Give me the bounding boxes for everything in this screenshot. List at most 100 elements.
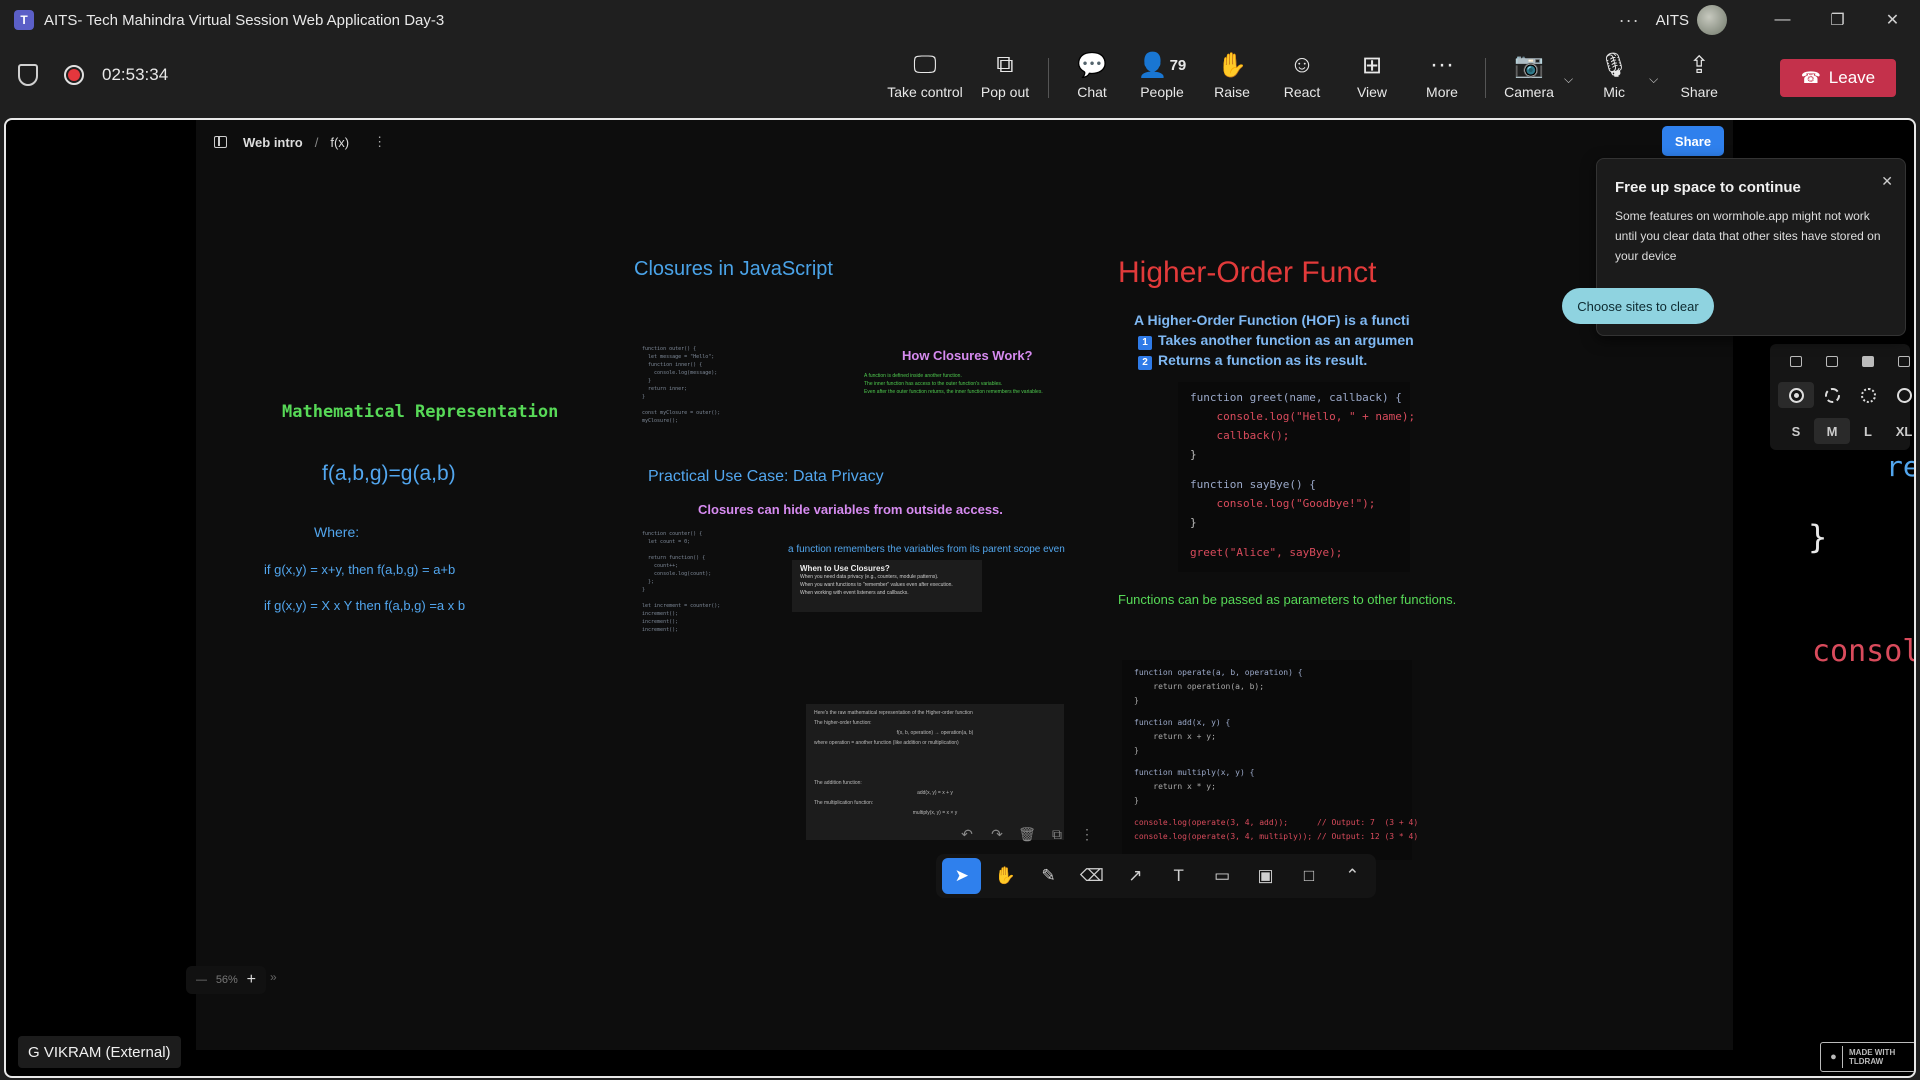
when-item: When working with event listeners and ca…	[800, 590, 909, 596]
size-options: S M L XL	[1778, 418, 1914, 444]
more-tools[interactable]: ⌃	[1333, 858, 1372, 894]
select-tool[interactable]: ➤	[942, 858, 982, 894]
leave-label: Leave	[1828, 68, 1876, 87]
size-option-xl[interactable]: XL	[1886, 418, 1914, 444]
choose-sites-button[interactable]: Choose sites to clear	[1562, 288, 1714, 324]
breadcrumb-page[interactable]: Web intro	[243, 135, 303, 150]
more-button[interactable]: ··· More	[1407, 50, 1477, 108]
circle-icon	[1860, 387, 1876, 403]
stroke-solid-option[interactable]	[1886, 382, 1914, 408]
code-line: function greet(name, callback) {	[1190, 391, 1402, 404]
fill-semi-option[interactable]	[1814, 348, 1850, 374]
sidebar-toggle-icon[interactable]	[214, 136, 227, 148]
action-toolbar: ↶ ↷ 🗑 ⧉ ⋮	[952, 826, 1102, 843]
math-mul-label: The multiplication function:	[814, 800, 874, 806]
tool-label: Take control	[887, 84, 963, 100]
closure-notes: A function is defined inside another fun…	[864, 372, 1094, 396]
react-button[interactable]: ☺ React	[1267, 50, 1337, 108]
view-button[interactable]: ⊞ View	[1337, 50, 1407, 108]
math-add-label: The addition function:	[814, 780, 862, 786]
tool-label: Mic	[1603, 84, 1625, 100]
shield-icon[interactable]	[18, 64, 38, 86]
toolbar-separator	[1048, 58, 1049, 98]
drawing-toolbar: ➤ ✋ ✎ ⌫ ↗ T ▭ ▣ □ ⌃	[936, 854, 1376, 898]
fill-none-option[interactable]	[1778, 348, 1814, 374]
made-with-line1: MADE WITH	[1849, 1048, 1896, 1057]
circle-icon	[1824, 387, 1840, 403]
square-icon	[1826, 355, 1838, 367]
breadcrumb-menu-icon[interactable]: ⋮	[373, 134, 386, 150]
math-intro: Here's the raw mathematical representati…	[814, 710, 973, 716]
operate-code-block: function operate(a, b, operation) { retu…	[1122, 660, 1419, 860]
zoom-out-button[interactable]: —	[196, 974, 207, 986]
more-actions-icon[interactable]: ⋮	[1072, 826, 1102, 843]
tool-label: People	[1140, 84, 1184, 100]
text-tool[interactable]: T	[1159, 858, 1198, 894]
size-option-m[interactable]: M	[1814, 418, 1850, 444]
offscreen-code-fragment: consol	[1812, 634, 1916, 669]
arrow-tool[interactable]: ↗	[1116, 858, 1155, 894]
chevron-down-icon[interactable]: ⌵	[1564, 72, 1573, 87]
tool-label: Camera	[1504, 84, 1554, 100]
passed-params-note: Functions can be passed as parameters to…	[1118, 592, 1457, 607]
made-with-tldraw-badge[interactable]: ● MADE WITH TLDRAW	[1820, 1042, 1914, 1072]
image-tool[interactable]: ▣	[1246, 858, 1285, 894]
tldraw-canvas[interactable]: Web intro / f(x) ⋮ Share Closures in Jav…	[196, 120, 1914, 1072]
math-heading: Mathematical Representation	[282, 402, 559, 422]
stroke-dotted-option[interactable]	[1850, 382, 1886, 408]
stroke-dashed-option[interactable]	[1814, 382, 1850, 408]
fill-pattern-option[interactable]	[1886, 348, 1914, 374]
zoom-control: — 56% +	[186, 966, 266, 994]
code-line: console.log(operate(3, 4, multiply)); //…	[1134, 832, 1419, 841]
restore-button[interactable]: ❐	[1810, 0, 1865, 40]
raise-button[interactable]: ✋ Raise	[1197, 50, 1267, 108]
take-control-button[interactable]: 🖵 Take control	[880, 50, 970, 108]
popup-body: Some features on wormhole.app might not …	[1615, 209, 1881, 263]
square-icon	[1862, 355, 1874, 367]
practical-heading: Practical Use Case: Data Privacy	[648, 468, 884, 485]
breadcrumb-frame[interactable]: f(x)	[330, 135, 349, 150]
code-line: return x + y;	[1134, 732, 1216, 741]
code-line: }	[1134, 696, 1139, 705]
math-mul-formula: multiply(x, y) = x × y	[912, 810, 958, 816]
fill-solid-option[interactable]	[1850, 348, 1886, 374]
hand-tool[interactable]: ✋	[985, 858, 1024, 894]
duplicate-icon[interactable]: ⧉	[1042, 826, 1072, 843]
zoom-value[interactable]: 56%	[216, 974, 238, 986]
square-icon	[1790, 355, 1802, 367]
people-button[interactable]: 👤 79 People	[1127, 50, 1197, 108]
expand-icon[interactable]: »	[270, 970, 277, 984]
note-tool[interactable]: ▭	[1202, 858, 1241, 894]
size-option-l[interactable]: L	[1850, 418, 1886, 444]
board-share-button[interactable]: Share	[1662, 126, 1724, 156]
rectangle-tool[interactable]: □	[1289, 858, 1328, 894]
stroke-draw-option[interactable]	[1778, 382, 1814, 408]
zoom-in-button[interactable]: +	[247, 971, 256, 989]
circle-icon	[1788, 387, 1804, 403]
chevron-down-icon[interactable]: ⌵	[1649, 72, 1658, 87]
camera-button[interactable]: 📷 Camera	[1494, 50, 1564, 108]
eraser-tool[interactable]: ⌫	[1072, 858, 1111, 894]
draw-tool[interactable]: ✎	[1029, 858, 1068, 894]
pop-out-button[interactable]: ⧉ Pop out	[970, 50, 1040, 108]
close-icon[interactable]: ✕	[1881, 173, 1893, 190]
where-text: Where:	[314, 524, 360, 540]
close-window-button[interactable]: ✕	[1865, 0, 1920, 40]
code-line: }	[1190, 516, 1197, 529]
avatar[interactable]	[1697, 5, 1727, 35]
recording-icon	[64, 65, 84, 85]
math-representation-card: Here's the raw mathematical representati…	[806, 704, 1064, 840]
delete-icon[interactable]: 🗑	[1012, 826, 1042, 843]
circle-icon	[1896, 387, 1912, 403]
leave-button[interactable]: ☎ Leave	[1780, 59, 1896, 97]
meeting-tools: 🖵 Take control ⧉ Pop out 💬 Chat 👤 79 People ✋ Rais…	[880, 50, 1734, 110]
undo-icon[interactable]: ↶	[952, 826, 982, 843]
minimize-button[interactable]: —	[1755, 0, 1810, 40]
more-options-icon[interactable]: ···	[1619, 10, 1640, 31]
size-option-s[interactable]: S	[1778, 418, 1814, 444]
mic-button[interactable]: 🎙 Mic	[1579, 50, 1649, 108]
redo-icon[interactable]: ↷	[982, 826, 1012, 843]
share-button[interactable]: ⇪ Share	[1664, 50, 1734, 108]
chat-button[interactable]: 💬 Chat	[1057, 50, 1127, 108]
